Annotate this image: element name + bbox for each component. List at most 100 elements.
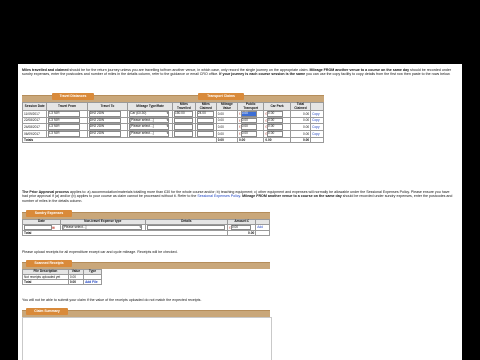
travel-from-input[interactable]: L3 9JR [48, 117, 81, 124]
expense-type-select[interactable]: [Please select...] [61, 224, 142, 231]
miles-claimed-input[interactable] [196, 124, 214, 130]
prior-approval-text: The Prior Approval process applies to: a… [22, 190, 456, 203]
mileage-type-select[interactable]: [Please select...] [129, 130, 170, 137]
car-park-input[interactable]: 0.00 [267, 124, 284, 130]
travel-from-input[interactable]: L3 9JR [48, 111, 81, 117]
travel-table: Session Date Travel From Travel To Milea… [21, 101, 324, 143]
travel-row: 22/08/2017 L3 9JR DH2 2DW [Please select… [21, 116, 324, 125]
mileage-value-cell: 0.00 [215, 116, 239, 125]
total-claimed-cell: 0.00 [289, 116, 312, 125]
col-session-date: Session Date [21, 101, 48, 112]
col-miles-travelled: Miles Travelled [171, 101, 196, 112]
intro-last: you can use the copy facility to copy de… [305, 72, 451, 77]
col-car-park: Car Park [263, 101, 291, 112]
sundry-date-input[interactable] [24, 224, 52, 231]
mileage-type-value: Car (£0.30) [130, 111, 147, 116]
tab-transport-claims[interactable]: Transport Claims [198, 93, 244, 100]
public-transport-input[interactable]: 0.00 [240, 130, 257, 137]
car-park-input[interactable]: 0.00 [267, 130, 284, 137]
sundry-total-value: 0.00 [227, 230, 257, 237]
travel-to-input[interactable]: DH2 2DW [88, 111, 121, 117]
receipts-totals-row: Total 0.00 Add File [22, 278, 102, 286]
receipts-section-bar: Scanned Receipts [22, 260, 270, 269]
total-claimed-cell: 0.00 [289, 110, 312, 118]
total-claimed-cell: 0.00 [289, 123, 312, 131]
mileage-value-cell: 0.00 [215, 123, 239, 131]
col-mileage-type: Mileage Type/Rate [127, 101, 173, 112]
travel-from-input[interactable]: L3 9JR [48, 130, 81, 137]
col-total-claimed: Total Claimed [289, 101, 312, 112]
receipts-total-value: 0.00 [67, 278, 85, 286]
travel-row: 06/09/2017 L3 9JR DH2 2DW [Please select… [21, 129, 324, 138]
mileage-type-value: [Please select...] [130, 130, 154, 135]
session-date-cell: 22/08/2017 [21, 116, 48, 125]
travel-from-input[interactable]: L3 9JR [48, 124, 81, 130]
mileage-value-cell: 0.00 [215, 110, 239, 118]
car-park-input[interactable]: 0.00 [267, 117, 284, 124]
miles-claimed-input[interactable] [196, 117, 214, 124]
miles-travelled-input[interactable] [173, 130, 193, 137]
col-public-transport: Public Transport [237, 101, 265, 112]
miles-travelled-input[interactable] [173, 124, 193, 130]
upload-instructions: Please upload receipts for all expenditu… [22, 250, 178, 254]
copy-button[interactable]: Copy [310, 116, 324, 125]
totals-mileage-value: 0.00 [215, 136, 239, 143]
mileage-type-select[interactable]: [Please select...] [129, 117, 170, 124]
summary-panel [22, 317, 272, 360]
col-travel-from: Travel From [46, 101, 88, 112]
travel-totals-label: Totals [22, 136, 217, 143]
intro-instructions: Miles travelled and claimed should be fo… [22, 68, 456, 77]
col-copy [310, 101, 324, 112]
tab-claim-summary[interactable]: Claim Summary [26, 308, 68, 315]
sundry-section-bar: Sundry Expenses [22, 210, 270, 219]
miles-claimed-input[interactable]: 24.00 [196, 111, 214, 117]
public-transport-input[interactable]: 0.00 [240, 124, 257, 130]
session-date-cell: 06/09/2017 [21, 129, 48, 138]
tab-travel-distances[interactable]: Travel Distances [52, 93, 94, 100]
travel-to-input[interactable]: DH2 2DW [88, 130, 121, 137]
summary-section-bar: Claim Summary [22, 308, 270, 317]
totals-claimed: 0.00 [289, 136, 312, 143]
sundry-totals-row: Total 0.00 [21, 230, 270, 237]
public-transport-input[interactable]: 0.00 [240, 111, 257, 117]
prior-mid-bold: Mileage FROM another venue to a course o… [242, 194, 342, 199]
claim-form-page: Miles travelled and claimed should be fo… [18, 64, 462, 360]
miles-travelled-input[interactable]: 150.00 [173, 111, 193, 117]
expense-type-value: [Please select...] [62, 224, 87, 229]
mileage-type-value: [Please select...] [130, 124, 154, 129]
copy-button[interactable]: Copy [310, 123, 324, 131]
totals-car-park: 0.00 [263, 136, 291, 143]
travel-to-input[interactable]: DH2 2DW [88, 117, 121, 124]
totals-public-transport: 0.00 [237, 136, 265, 143]
miles-travelled-input[interactable] [173, 117, 193, 124]
total-claimed-cell: 0.00 [289, 129, 312, 138]
mileage-value-cell: 0.00 [215, 129, 239, 138]
calendar-icon[interactable]: ▦ [52, 225, 55, 229]
travel-section-bar: Travel Distances Transport Claims [22, 93, 324, 102]
session-date-cell: 11/09/2017 [21, 110, 48, 118]
receipts-table: File Description Value Type Not receipts… [22, 269, 102, 286]
receipt-warning: You will not be able to submit your clai… [22, 298, 202, 302]
copy-button[interactable]: Copy [310, 129, 324, 138]
travel-row: 11/09/2017 L3 9JR DH2 2DW Car (£0.30) 15… [21, 110, 324, 118]
mileage-type-value: [Please select...] [130, 117, 154, 122]
sundry-amount-input[interactable]: 0.00 [230, 224, 251, 231]
mileage-type-select[interactable]: [Please select...] [129, 124, 170, 130]
miles-claimed-input[interactable] [196, 130, 214, 137]
add-file-button[interactable]: Add File [83, 278, 102, 286]
col-travel-to: Travel To [86, 101, 129, 112]
session-date-cell: 24/08/2017 [21, 123, 48, 131]
tab-scanned-receipts[interactable]: Scanned Receipts [26, 260, 72, 267]
sessional-expenses-policy-link[interactable]: Sessional Expenses Policy [197, 194, 240, 198]
col-mileage-value: Mileage Value [215, 101, 239, 112]
car-park-input[interactable]: 0.00 [267, 111, 284, 117]
sundry-details-input[interactable] [146, 224, 225, 231]
public-transport-input[interactable]: 0.00 [240, 117, 257, 124]
sundry-table: Date Non-travel Expense type Details Amo… [21, 219, 270, 237]
tab-sundry-expenses[interactable]: Sundry Expenses [26, 210, 72, 217]
travel-to-input[interactable]: DH2 2DW [88, 124, 121, 130]
add-sundry-button[interactable]: Add [255, 223, 270, 232]
mileage-type-select[interactable]: Car (£0.30) [129, 111, 170, 117]
copy-button[interactable]: Copy [310, 110, 324, 118]
travel-totals-row: Totals 0.00 0.00 0.00 0.00 [22, 136, 324, 143]
